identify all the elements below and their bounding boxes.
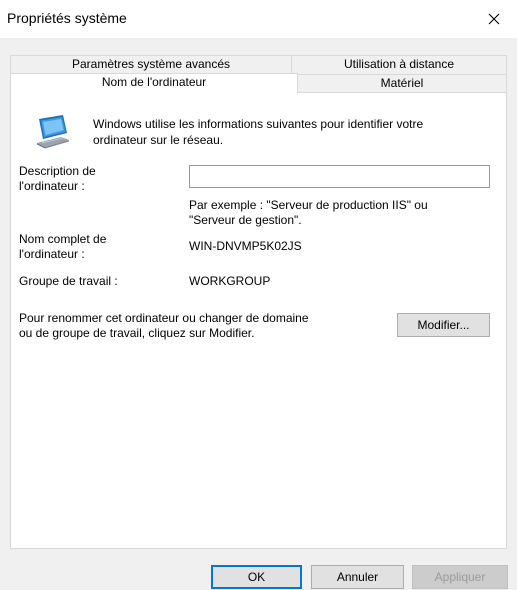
- workgroup-value: WORKGROUP: [189, 274, 271, 288]
- label-line: Description de: [19, 164, 96, 178]
- ok-button[interactable]: OK: [211, 565, 302, 589]
- rename-instructions: Pour renommer cet ordinateur ou changer …: [19, 311, 309, 341]
- intro-line: Windows utilise les informations suivant…: [93, 117, 424, 131]
- tab-panel-computer-name: Windows utilise les informations suivant…: [10, 92, 507, 549]
- tab-computer-name[interactable]: Nom de l'ordinateur: [10, 73, 298, 94]
- apply-button[interactable]: Appliquer: [412, 565, 508, 589]
- intro-text: Windows utilise les informations suivant…: [93, 116, 493, 148]
- tab-hardware[interactable]: Matériel: [297, 74, 507, 93]
- tab-label: Nom de l'ordinateur: [101, 75, 207, 89]
- tab-label: Matériel: [380, 76, 424, 90]
- full-name-value: WIN-DNVMP5K02JS: [189, 239, 302, 253]
- full-name-label: Nom complet de l'ordinateur :: [19, 232, 106, 262]
- intro-line: ordinateur sur le réseau.: [93, 133, 224, 147]
- close-button[interactable]: [471, 0, 517, 38]
- tab-remote[interactable]: Utilisation à distance: [291, 55, 507, 74]
- close-icon: [488, 13, 500, 25]
- modify-button[interactable]: Modifier...: [397, 313, 490, 337]
- tab-advanced-settings[interactable]: Paramètres système avancés: [10, 55, 292, 74]
- cancel-button[interactable]: Annuler: [311, 565, 404, 589]
- label-line: l'ordinateur :: [19, 247, 85, 261]
- tab-label: Utilisation à distance: [343, 57, 455, 71]
- example-line: "Serveur de gestion".: [189, 213, 302, 227]
- example-line: Par exemple : "Serveur de production IIS…: [189, 198, 428, 212]
- window-title: Propriétés système: [7, 10, 127, 26]
- description-label: Description de l'ordinateur :: [19, 164, 96, 194]
- label-line: l'ordinateur :: [19, 179, 85, 193]
- description-input[interactable]: [189, 165, 490, 188]
- title-bar: Propriétés système: [0, 0, 517, 38]
- label-line: Nom complet de: [19, 232, 107, 246]
- tab-label: Paramètres système avancés: [71, 57, 231, 71]
- instruction-line: Pour renommer cet ordinateur ou changer …: [19, 311, 309, 325]
- computer-icon: [37, 115, 69, 149]
- description-example: Par exemple : "Serveur de production IIS…: [189, 198, 428, 228]
- instruction-line: ou de groupe de travail, cliquez sur Mod…: [19, 326, 255, 340]
- workgroup-label: Groupe de travail :: [19, 274, 118, 288]
